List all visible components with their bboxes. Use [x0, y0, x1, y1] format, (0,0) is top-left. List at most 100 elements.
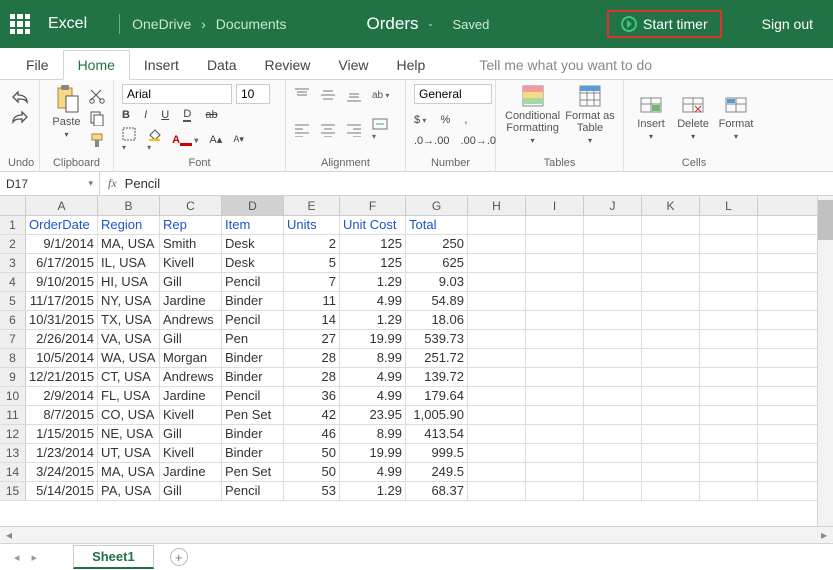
name-box[interactable]: D17 — [0, 172, 100, 195]
cell[interactable]: 125 — [340, 254, 406, 272]
row-header[interactable]: 9 — [0, 368, 26, 386]
cell[interactable]: 68.37 — [406, 482, 468, 500]
cell[interactable] — [468, 330, 526, 348]
cell[interactable] — [468, 273, 526, 291]
row-header[interactable]: 11 — [0, 406, 26, 424]
col-header-B[interactable]: B — [98, 196, 160, 215]
row-header[interactable]: 14 — [0, 463, 26, 481]
cell[interactable]: Jardine — [160, 463, 222, 481]
cell[interactable] — [700, 292, 758, 310]
cell[interactable]: 2/9/2014 — [26, 387, 98, 405]
cell[interactable] — [468, 482, 526, 500]
cell[interactable]: Desk — [222, 235, 284, 253]
cell[interactable] — [700, 406, 758, 424]
add-sheet-button[interactable]: + — [170, 548, 188, 566]
font-color-button[interactable]: A — [172, 134, 198, 146]
cell[interactable]: Pencil — [222, 273, 284, 291]
sheet-tab-sheet1[interactable]: Sheet1 — [73, 545, 154, 569]
tab-insert[interactable]: Insert — [130, 51, 193, 79]
double-underline-button[interactable]: D — [183, 108, 191, 122]
header-cell[interactable] — [468, 216, 526, 234]
cell[interactable]: Kivell — [160, 254, 222, 272]
cell[interactable]: 10/5/2014 — [26, 349, 98, 367]
cell[interactable]: 53 — [284, 482, 340, 500]
cell[interactable] — [584, 368, 642, 386]
paste-button[interactable]: Paste ▾ — [48, 84, 85, 139]
header-cell[interactable]: Total — [406, 216, 468, 234]
align-bottom-button[interactable] — [346, 88, 362, 102]
cell[interactable]: 4.99 — [340, 292, 406, 310]
cell[interactable]: 28 — [284, 349, 340, 367]
cell[interactable]: CT, USA — [98, 368, 160, 386]
number-format-select[interactable] — [414, 84, 492, 104]
cell[interactable] — [468, 387, 526, 405]
cell[interactable]: Pen — [222, 330, 284, 348]
cell[interactable]: MA, USA — [98, 235, 160, 253]
cell[interactable]: Binder — [222, 444, 284, 462]
cell[interactable]: 7 — [284, 273, 340, 291]
cell[interactable]: 8.99 — [340, 349, 406, 367]
row-header[interactable]: 7 — [0, 330, 26, 348]
cell[interactable] — [642, 349, 700, 367]
app-launcher-icon[interactable] — [10, 14, 30, 34]
strike-button[interactable]: ab — [205, 109, 217, 121]
cell[interactable]: 9.03 — [406, 273, 468, 291]
cell[interactable] — [642, 235, 700, 253]
cell[interactable]: 139.72 — [406, 368, 468, 386]
cell[interactable]: CO, USA — [98, 406, 160, 424]
cell[interactable] — [584, 235, 642, 253]
cell[interactable]: Jardine — [160, 387, 222, 405]
cell[interactable]: Binder — [222, 425, 284, 443]
tab-help[interactable]: Help — [383, 51, 440, 79]
cell[interactable]: 125 — [340, 235, 406, 253]
cell[interactable]: NE, USA — [98, 425, 160, 443]
cell[interactable] — [584, 330, 642, 348]
cell[interactable]: MA, USA — [98, 463, 160, 481]
cell[interactable]: 12/21/2015 — [26, 368, 98, 386]
cell[interactable] — [584, 292, 642, 310]
header-cell[interactable] — [642, 216, 700, 234]
tab-view[interactable]: View — [324, 51, 382, 79]
cell[interactable]: 2/26/2014 — [26, 330, 98, 348]
document-name[interactable]: Orders — [367, 14, 419, 34]
cell[interactable] — [642, 482, 700, 500]
border-button[interactable] — [122, 127, 136, 153]
cell[interactable] — [526, 254, 584, 272]
wrap-text-button[interactable]: ab — [372, 90, 389, 101]
col-header-G[interactable]: G — [406, 196, 468, 215]
cell[interactable] — [584, 387, 642, 405]
merge-button[interactable] — [372, 118, 388, 142]
cell[interactable] — [584, 311, 642, 329]
tab-file[interactable]: File — [12, 51, 63, 79]
row-header[interactable]: 3 — [0, 254, 26, 272]
cell[interactable]: 413.54 — [406, 425, 468, 443]
cell[interactable] — [700, 330, 758, 348]
cell[interactable]: 249.5 — [406, 463, 468, 481]
col-header-A[interactable]: A — [26, 196, 98, 215]
col-header-J[interactable]: J — [584, 196, 642, 215]
cell[interactable]: 4.99 — [340, 387, 406, 405]
cell[interactable]: IL, USA — [98, 254, 160, 272]
cell[interactable]: 3/24/2015 — [26, 463, 98, 481]
row-header[interactable]: 13 — [0, 444, 26, 462]
cell[interactable]: 27 — [284, 330, 340, 348]
cell[interactable] — [584, 349, 642, 367]
align-right-button[interactable] — [346, 123, 362, 137]
cell[interactable]: Kivell — [160, 406, 222, 424]
font-shrink-button[interactable]: A▾ — [233, 134, 244, 145]
sign-out-link[interactable]: Sign out — [762, 16, 813, 32]
cell[interactable] — [642, 254, 700, 272]
row-header[interactable]: 6 — [0, 311, 26, 329]
tab-review[interactable]: Review — [251, 51, 325, 79]
cell[interactable]: UT, USA — [98, 444, 160, 462]
cell[interactable]: 999.5 — [406, 444, 468, 462]
cell[interactable]: 5 — [284, 254, 340, 272]
cell[interactable]: 9/10/2015 — [26, 273, 98, 291]
vertical-scrollbar[interactable] — [817, 196, 833, 526]
cell[interactable] — [526, 330, 584, 348]
cell[interactable]: Jardine — [160, 292, 222, 310]
cell[interactable]: 28 — [284, 368, 340, 386]
cell[interactable] — [700, 425, 758, 443]
cell[interactable]: 11 — [284, 292, 340, 310]
align-center-button[interactable] — [320, 123, 336, 137]
